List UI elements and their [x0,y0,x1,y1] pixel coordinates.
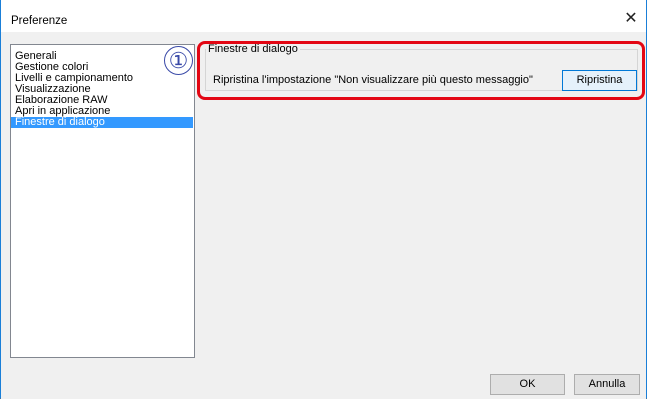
preferences-dialog: Preferenze ✕ Generali Gestione colori Li… [0,0,647,399]
group-title: Finestre di dialogo [206,43,300,55]
title-bar: Preferenze ✕ [1,0,646,32]
category-item-finestre-di-dialogo[interactable]: Finestre di dialogo [11,117,193,128]
ok-button[interactable]: OK [490,374,565,395]
reset-description: Ripristina l'impostazione "Non visualizz… [213,74,533,86]
callout-number-marker: ① [164,46,193,75]
close-icon[interactable]: ✕ [620,8,642,30]
reset-button[interactable]: Ripristina [562,70,637,91]
category-list[interactable]: Generali Gestione colori Livelli e campi… [10,44,195,358]
cancel-button[interactable]: Annulla [574,374,640,395]
dialog-body: Generali Gestione colori Livelli e campi… [1,32,646,399]
window-title: Preferenze [11,15,68,27]
